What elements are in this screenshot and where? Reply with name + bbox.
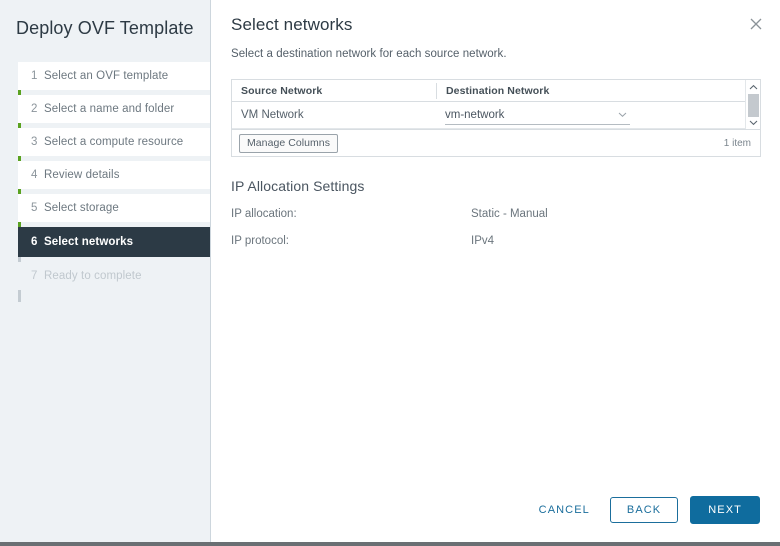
sidebar-step-select-storage[interactable]: 5 Select storage [18,194,210,222]
sidebar-step-select-a-compute-resource[interactable]: 3 Select a compute resource [18,128,210,156]
chevron-down-icon [618,110,627,119]
ip-allocation-settings-title: IP Allocation Settings [231,178,365,194]
sidebar-step-select-networks[interactable]: 6 Select networks [18,227,210,257]
wizard-title: Deploy OVF Template [16,18,194,38]
step-number: 5 [31,202,38,214]
wizard-sidebar: Deploy OVF Template 1 Select an OVF temp… [0,0,211,542]
step-number: 2 [31,103,38,115]
step-number: 6 [31,236,38,248]
ip-protocol-row: IP protocol: IPv4 [231,235,762,247]
networks-table-header-row: Source Network Destination Network [232,80,745,102]
table-row: VM Network vm-network [232,102,745,129]
wizard-footer: CANCEL BACK NEXT [211,478,780,542]
step-number: 4 [31,169,38,181]
column-header-source-network[interactable]: Source Network [232,85,436,97]
step-label: Review details [44,169,120,181]
page-title: Select networks [231,15,353,34]
ip-allocation-label: IP allocation: [231,208,297,220]
destination-network-select[interactable]: vm-network [445,105,630,125]
step-number: 7 [31,270,38,282]
networks-table-scroll-region: Source Network Destination Network VM Ne… [232,80,760,129]
cancel-button[interactable]: CANCEL [531,498,598,522]
scrollbar-thumb[interactable] [748,94,759,117]
cell-destination-network: vm-network [436,105,745,125]
deploy-ovf-template-dialog: Deploy OVF Template 1 Select an OVF temp… [0,0,780,546]
close-icon[interactable] [746,14,766,34]
table-vertical-scrollbar[interactable] [745,80,760,129]
scroll-up-chevron-up-icon[interactable] [746,80,760,94]
back-button[interactable]: BACK [609,497,679,523]
sidebar-step-select-a-name-and-folder[interactable]: 2 Select a name and folder [18,95,210,123]
wizard-step-list: 1 Select an OVF template 2 Select a name… [0,62,210,302]
step-label: Select an OVF template [44,70,169,82]
networks-table: Source Network Destination Network VM Ne… [231,79,761,157]
destination-network-value: vm-network [445,108,505,121]
manage-columns-button[interactable]: Manage Columns [239,133,338,153]
step-label: Select a name and folder [44,103,175,115]
page-subtitle: Select a destination network for each so… [231,48,507,60]
sidebar-step-ready-to-complete: 7 Ready to complete [18,262,210,290]
step-number: 3 [31,136,38,148]
scroll-down-chevron-down-icon[interactable] [746,115,761,129]
ip-protocol-value: IPv4 [471,235,495,247]
networks-table-footer: Manage Columns 1 item [232,129,760,156]
step-label: Select storage [44,202,119,214]
next-button[interactable]: NEXT [690,496,760,524]
ip-allocation-value: Static - Manual [471,208,548,220]
wizard-content: Select networks Select a destination net… [211,0,780,542]
ip-protocol-label: IP protocol: [231,235,289,247]
ip-allocation-row: IP allocation: Static - Manual [231,208,762,220]
step-label: Select networks [44,236,134,248]
step-label: Ready to complete [44,270,142,282]
column-header-destination-network[interactable]: Destination Network [436,82,745,99]
step-label: Select a compute resource [44,136,184,148]
item-count-label: 1 item [723,137,751,149]
sidebar-step-select-an-ovf-template[interactable]: 1 Select an OVF template [18,62,210,90]
sidebar-step-review-details[interactable]: 4 Review details [18,161,210,189]
cell-source-network: VM Network [241,109,304,121]
step-number: 1 [31,70,38,82]
